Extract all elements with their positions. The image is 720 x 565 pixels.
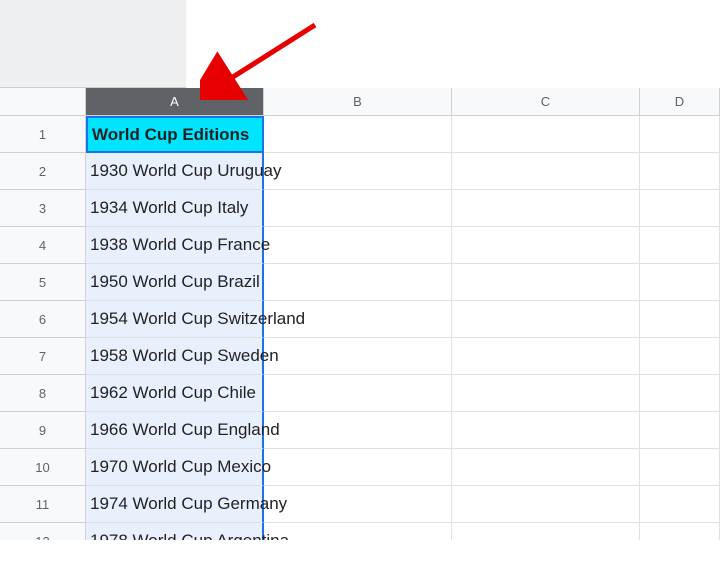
cell-a[interactable]: 1950 World Cup Brazil [86,264,264,301]
cell-a[interactable]: 1934 World Cup Italy [86,190,264,227]
row-header[interactable]: 10 [0,449,86,486]
cell-b[interactable] [264,412,452,449]
cell-b[interactable] [264,375,452,412]
cell-c[interactable] [452,153,640,190]
table-row: 91966 World Cup England [0,412,720,449]
table-row: 111974 World Cup Germany [0,486,720,523]
table-row: 101970 World Cup Mexico [0,449,720,486]
cell-a[interactable]: 1930 World Cup Uruguay [86,153,264,190]
cell-a[interactable]: 1966 World Cup England [86,412,264,449]
cell-text: 1938 World Cup France [90,235,270,255]
cell-b[interactable] [264,486,452,523]
row-header[interactable]: 1 [0,116,86,153]
cell-text: World Cup Editions [92,125,249,145]
cell-d[interactable] [640,449,720,486]
column-header-d[interactable]: D [640,88,720,115]
row-header[interactable]: 7 [0,338,86,375]
cell-d[interactable] [640,375,720,412]
cell-c[interactable] [452,264,640,301]
row-header[interactable]: 4 [0,227,86,264]
row-header[interactable]: 6 [0,301,86,338]
cell-d[interactable] [640,412,720,449]
table-row: 121978 World Cup Argentina [0,523,720,540]
table-row: 71958 World Cup Sweden [0,338,720,375]
cell-a[interactable]: 1978 World Cup Argentina [86,523,264,540]
select-all-corner[interactable] [0,88,86,115]
column-header-c[interactable]: C [452,88,640,115]
table-row: 31934 World Cup Italy [0,190,720,227]
cell-c[interactable] [452,338,640,375]
cell-a[interactable]: 1958 World Cup Sweden [86,338,264,375]
cell-d[interactable] [640,486,720,523]
cell-text: 1974 World Cup Germany [90,494,287,514]
cell-b[interactable] [264,190,452,227]
cell-b[interactable] [264,523,452,540]
row-header[interactable]: 2 [0,153,86,190]
row-header[interactable]: 8 [0,375,86,412]
cell-a[interactable]: 1974 World Cup Germany [86,486,264,523]
cell-b[interactable] [264,227,452,264]
cell-c[interactable] [452,449,640,486]
cell-b[interactable] [264,153,452,190]
cell-d[interactable] [640,301,720,338]
cell-text: 1958 World Cup Sweden [90,346,279,366]
table-row: 41938 World Cup France [0,227,720,264]
cell-d[interactable] [640,116,720,153]
cell-d[interactable] [640,264,720,301]
cell-c[interactable] [452,375,640,412]
cell-text: 1930 World Cup Uruguay [90,161,282,181]
cell-text: 1962 World Cup Chile [90,383,256,403]
table-row: 51950 World Cup Brazil [0,264,720,301]
cell-c[interactable] [452,116,640,153]
column-header-a[interactable]: A [86,88,264,115]
cell-b[interactable] [264,264,452,301]
table-row: 1 World Cup Editions [0,116,720,153]
cell-a[interactable]: World Cup Editions [86,116,264,153]
table-row: 61954 World Cup Switzerland [0,301,720,338]
cell-a[interactable]: 1970 World Cup Mexico [86,449,264,486]
cell-b[interactable] [264,301,452,338]
cell-c[interactable] [452,227,640,264]
cell-text: 1966 World Cup England [90,420,280,440]
cell-d[interactable] [640,153,720,190]
cell-d[interactable] [640,190,720,227]
cell-a[interactable]: 1954 World Cup Switzerland [86,301,264,338]
cell-c[interactable] [452,412,640,449]
cell-b[interactable] [264,338,452,375]
spreadsheet-grid[interactable]: A B C D 1 World Cup Editions 21930 World C… [0,88,720,540]
column-headers-row: A B C D [0,88,720,116]
cell-d[interactable] [640,523,720,540]
cell-c[interactable] [452,190,640,227]
toolbar-placeholder [0,0,186,88]
cell-a[interactable]: 1938 World Cup France [86,227,264,264]
row-header[interactable]: 9 [0,412,86,449]
cell-text: 1970 World Cup Mexico [90,457,271,477]
cell-c[interactable] [452,301,640,338]
row-header[interactable]: 5 [0,264,86,301]
cell-c[interactable] [452,486,640,523]
cell-b[interactable] [264,449,452,486]
cell-text: 1934 World Cup Italy [90,198,248,218]
row-header[interactable]: 11 [0,486,86,523]
cell-b[interactable] [264,116,452,153]
row-header[interactable]: 12 [0,523,86,540]
table-row: 21930 World Cup Uruguay [0,153,720,190]
cell-d[interactable] [640,338,720,375]
row-header[interactable]: 3 [0,190,86,227]
cell-d[interactable] [640,227,720,264]
column-header-b[interactable]: B [264,88,452,115]
table-row: 81962 World Cup Chile [0,375,720,412]
cell-c[interactable] [452,523,640,540]
grid-body: 1 World Cup Editions 21930 World Cup Urugu… [0,116,720,540]
cell-a[interactable]: 1962 World Cup Chile [86,375,264,412]
cell-text: 1978 World Cup Argentina [90,531,289,540]
cell-text: 1950 World Cup Brazil [90,272,260,292]
